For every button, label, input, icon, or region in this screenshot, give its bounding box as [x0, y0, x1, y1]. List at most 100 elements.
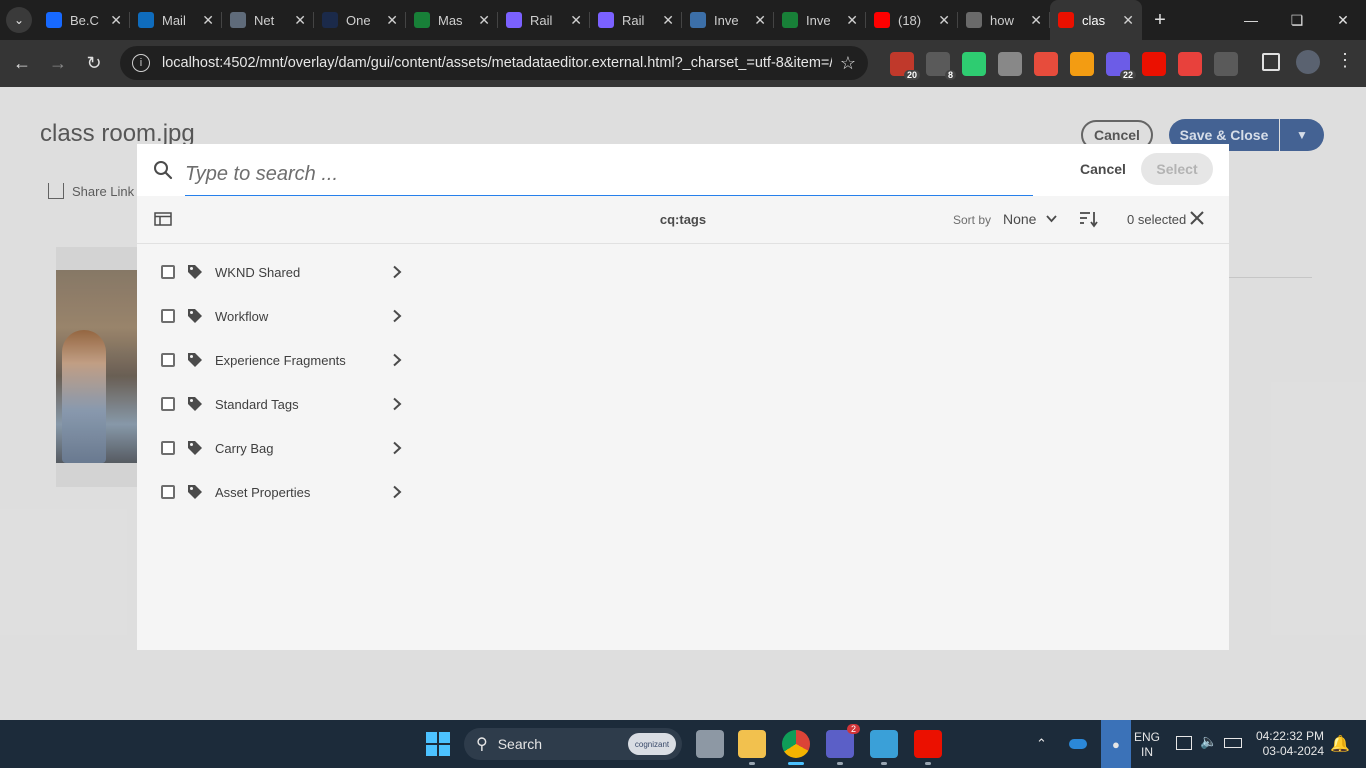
browser-tab[interactable]: Inve ✕: [774, 0, 866, 40]
browser-tab[interactable]: clas ✕: [1050, 0, 1142, 40]
sort-dropdown[interactable]: None: [1003, 211, 1058, 227]
tag-checkbox[interactable]: [161, 265, 175, 279]
clear-selection-icon[interactable]: [1189, 210, 1205, 226]
camera-extension-icon[interactable]: [1070, 51, 1094, 76]
close-tab-icon[interactable]: ✕: [294, 12, 306, 29]
browser-toolbar: ← → ↻ i localhost:4502/mnt/overlay/dam/g…: [0, 40, 1366, 87]
outlook-icon: [138, 12, 154, 28]
chevron-right-icon[interactable]: [391, 353, 403, 367]
battery-icon[interactable]: [1224, 738, 1242, 748]
browser-tab[interactable]: Be.C ✕: [38, 0, 130, 40]
forward-arrow-icon[interactable]: →: [40, 53, 76, 74]
purple-extension-icon[interactable]: 22: [1106, 51, 1136, 80]
browser-tab[interactable]: One ✕: [314, 0, 406, 40]
chevron-right-icon[interactable]: [391, 441, 403, 455]
browser-tab[interactable]: Rail ✕: [590, 0, 682, 40]
sort-direction-icon[interactable]: [1079, 210, 1099, 228]
browser-tab-bar: ⌄ Be.C ✕ Mail ✕ Net ✕ One ✕ Mas ✕ Rail ✕ Rail ✕ Inve ✕ I…: [0, 0, 1366, 40]
dialog-cancel-button[interactable]: Cancel: [1073, 154, 1133, 184]
browser-tab[interactable]: how ✕: [958, 0, 1050, 40]
red-extension-icon[interactable]: [1178, 51, 1202, 76]
network-icon[interactable]: [1176, 736, 1192, 750]
tag-checkbox[interactable]: [161, 353, 175, 367]
close-tab-icon[interactable]: ✕: [938, 12, 950, 29]
tag-checkbox[interactable]: [161, 309, 175, 323]
tag-column: WKND Shared Workflow Experience Fragments S…: [137, 244, 417, 508]
close-tab-icon[interactable]: ✕: [754, 12, 766, 29]
volume-icon[interactable]: 🔈: [1200, 733, 1217, 750]
close-tab-icon[interactable]: ✕: [110, 12, 122, 29]
close-tab-icon[interactable]: ✕: [478, 12, 490, 29]
close-tab-icon[interactable]: ✕: [662, 12, 674, 29]
tag-row[interactable]: Asset Properties: [137, 464, 417, 508]
diamond-extension-icon[interactable]: [962, 51, 986, 76]
close-tab-icon[interactable]: ✕: [1122, 12, 1134, 29]
profile-avatar[interactable]: [1296, 50, 1320, 74]
window-controls: — ❏ ✕: [1228, 0, 1366, 40]
kebab-menu-icon[interactable]: ⋮: [1336, 50, 1354, 71]
chevron-right-icon[interactable]: [391, 309, 403, 323]
close-tab-icon[interactable]: ✕: [846, 12, 858, 29]
tag-checkbox[interactable]: [161, 441, 175, 455]
extension-badge: 8: [944, 69, 956, 80]
chevron-up-icon[interactable]: ⌃: [1036, 736, 1047, 752]
close-tab-icon[interactable]: ✕: [1030, 12, 1042, 29]
tag-row[interactable]: WKND Shared: [137, 244, 417, 288]
minimize-icon[interactable]: —: [1228, 0, 1274, 40]
teams-icon[interactable]: 2: [826, 724, 860, 758]
browser-tab[interactable]: Mas ✕: [406, 0, 498, 40]
file-explorer-icon[interactable]: [738, 730, 766, 758]
browser-tab[interactable]: Net ✕: [222, 0, 314, 40]
adobe-extension-icon[interactable]: [1142, 51, 1166, 76]
close-tab-icon[interactable]: ✕: [202, 12, 214, 29]
owl-extension-icon[interactable]: [998, 51, 1022, 76]
microphone-icon[interactable]: ●: [1100, 720, 1131, 768]
tag-icon: [188, 353, 202, 367]
tag-checkbox[interactable]: [161, 485, 175, 499]
system-clock[interactable]: 04:22:32 PM 03-04-2024: [1254, 729, 1324, 759]
notification-bell-icon[interactable]: 🔔: [1330, 734, 1350, 754]
tag-row[interactable]: Carry Bag: [137, 420, 417, 464]
bookmark-star-icon[interactable]: ☆: [840, 53, 856, 74]
taskbar-search[interactable]: ⚲ Search cognizant: [464, 728, 682, 760]
onedrive-icon[interactable]: [1068, 739, 1087, 749]
browser-tab[interactable]: Inve ✕: [682, 0, 774, 40]
language-indicator[interactable]: ENG IN: [1134, 730, 1160, 760]
sort-value: None: [1003, 211, 1037, 227]
reload-icon[interactable]: ↻: [76, 53, 112, 74]
close-tab-icon[interactable]: ✕: [570, 12, 582, 29]
tab-search-button[interactable]: ⌄: [0, 0, 38, 40]
clipboard-extension-icon[interactable]: 8: [926, 51, 956, 80]
chevron-right-icon[interactable]: [391, 265, 403, 279]
browser-tab[interactable]: Mail ✕: [130, 0, 222, 40]
back-arrow-icon[interactable]: ←: [4, 53, 40, 74]
windows-start-icon[interactable]: [426, 732, 450, 756]
new-tab-button[interactable]: +: [1142, 9, 1178, 32]
task-view-icon[interactable]: [696, 730, 724, 758]
site-info-icon[interactable]: i: [132, 54, 150, 72]
browser-tab[interactable]: (18) ✕: [866, 0, 958, 40]
remote-desktop-icon[interactable]: [870, 730, 898, 758]
close-tab-icon[interactable]: ✕: [386, 12, 398, 29]
adobe-icon[interactable]: [914, 730, 942, 758]
eraser-extension-icon[interactable]: [1034, 51, 1058, 76]
address-url[interactable]: localhost:4502/mnt/overlay/dam/gui/conte…: [162, 55, 832, 71]
chrome-icon[interactable]: [782, 730, 810, 758]
dialog-select-button[interactable]: Select: [1141, 153, 1213, 185]
onenote-icon: [322, 12, 338, 28]
tag-search-input[interactable]: [185, 154, 1033, 196]
close-window-icon[interactable]: ✕: [1320, 0, 1366, 40]
address-bar[interactable]: i localhost:4502/mnt/overlay/dam/gui/con…: [120, 46, 868, 80]
tag-row[interactable]: Standard Tags: [137, 376, 417, 420]
tag-checkbox[interactable]: [161, 397, 175, 411]
tag-row[interactable]: Experience Fragments: [137, 332, 417, 376]
railway-icon: [598, 12, 614, 28]
pdf-extension-icon[interactable]: 20: [890, 51, 920, 80]
chevron-right-icon[interactable]: [391, 485, 403, 499]
browser-tab[interactable]: Rail ✕: [498, 0, 590, 40]
puzzle-extension-icon[interactable]: [1214, 51, 1238, 76]
restore-icon[interactable]: ❏: [1274, 0, 1320, 40]
side-panel-icon[interactable]: [1262, 53, 1280, 71]
chevron-right-icon[interactable]: [391, 397, 403, 411]
tag-row[interactable]: Workflow: [137, 288, 417, 332]
